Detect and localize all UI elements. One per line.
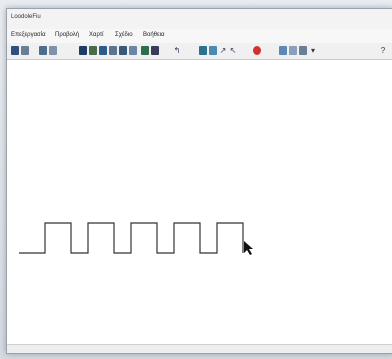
help-icon[interactable] — [299, 46, 307, 55]
print-icon[interactable] — [21, 46, 29, 55]
undo-icon[interactable]: ↰ — [173, 46, 181, 55]
menu-bar: Επεξεργασία Προβολή Χαρτί Σχέδιο Βοήθεια — [7, 29, 392, 43]
screenshot-frame: LoodoleFiu Επεξεργασία Προβολή Χαρτί Σχέ… — [0, 0, 392, 359]
window-title: LoodoleFiu — [11, 14, 41, 20]
draw-icon[interactable] — [109, 46, 117, 55]
menu-item-draw[interactable]: Σχέδιο — [115, 32, 133, 38]
menu-item-edit[interactable]: Επεξεργασία — [11, 32, 46, 38]
eraser-icon[interactable] — [89, 46, 97, 55]
pen-blue-icon[interactable] — [209, 46, 217, 55]
toolbar: ↰ ↗ ↖ ▾ ? — [7, 43, 392, 60]
more-icon[interactable]: ? — [379, 46, 387, 55]
dropdown-icon[interactable]: ▾ — [309, 46, 317, 55]
arrow-icon[interactable]: ↗ — [219, 46, 227, 55]
menu-item-paper[interactable]: Χαρτί — [89, 32, 104, 38]
menu-item-help[interactable]: Βοήθεια — [143, 32, 165, 38]
play-icon[interactable] — [141, 46, 149, 55]
save-icon[interactable] — [11, 46, 19, 55]
drawing-surface — [19, 222, 253, 255]
shape-icon[interactable] — [129, 46, 137, 55]
menu-item-view[interactable]: Προβολή — [55, 32, 79, 38]
square-wave-line — [19, 222, 244, 254]
eraser2-icon[interactable] — [289, 46, 297, 55]
pointer-icon[interactable]: ↖ — [229, 46, 237, 55]
title-bar: LoodoleFiu — [7, 9, 392, 30]
pen-icon[interactable] — [79, 46, 87, 55]
drawing-canvas[interactable] — [7, 60, 392, 345]
status-bar — [7, 344, 392, 353]
mouse-cursor-icon — [244, 241, 253, 255]
fill-icon[interactable] — [119, 46, 127, 55]
cut-icon[interactable] — [39, 46, 47, 55]
stop-icon[interactable] — [151, 46, 159, 55]
brush-icon[interactable] — [279, 46, 287, 55]
copy-icon[interactable] — [49, 46, 57, 55]
app-window: LoodoleFiu Επεξεργασία Προβολή Χαρτί Σχέ… — [6, 8, 392, 354]
stop-sign-icon[interactable] — [253, 46, 261, 55]
line-icon[interactable] — [99, 46, 107, 55]
zoom-icon[interactable] — [199, 46, 207, 55]
